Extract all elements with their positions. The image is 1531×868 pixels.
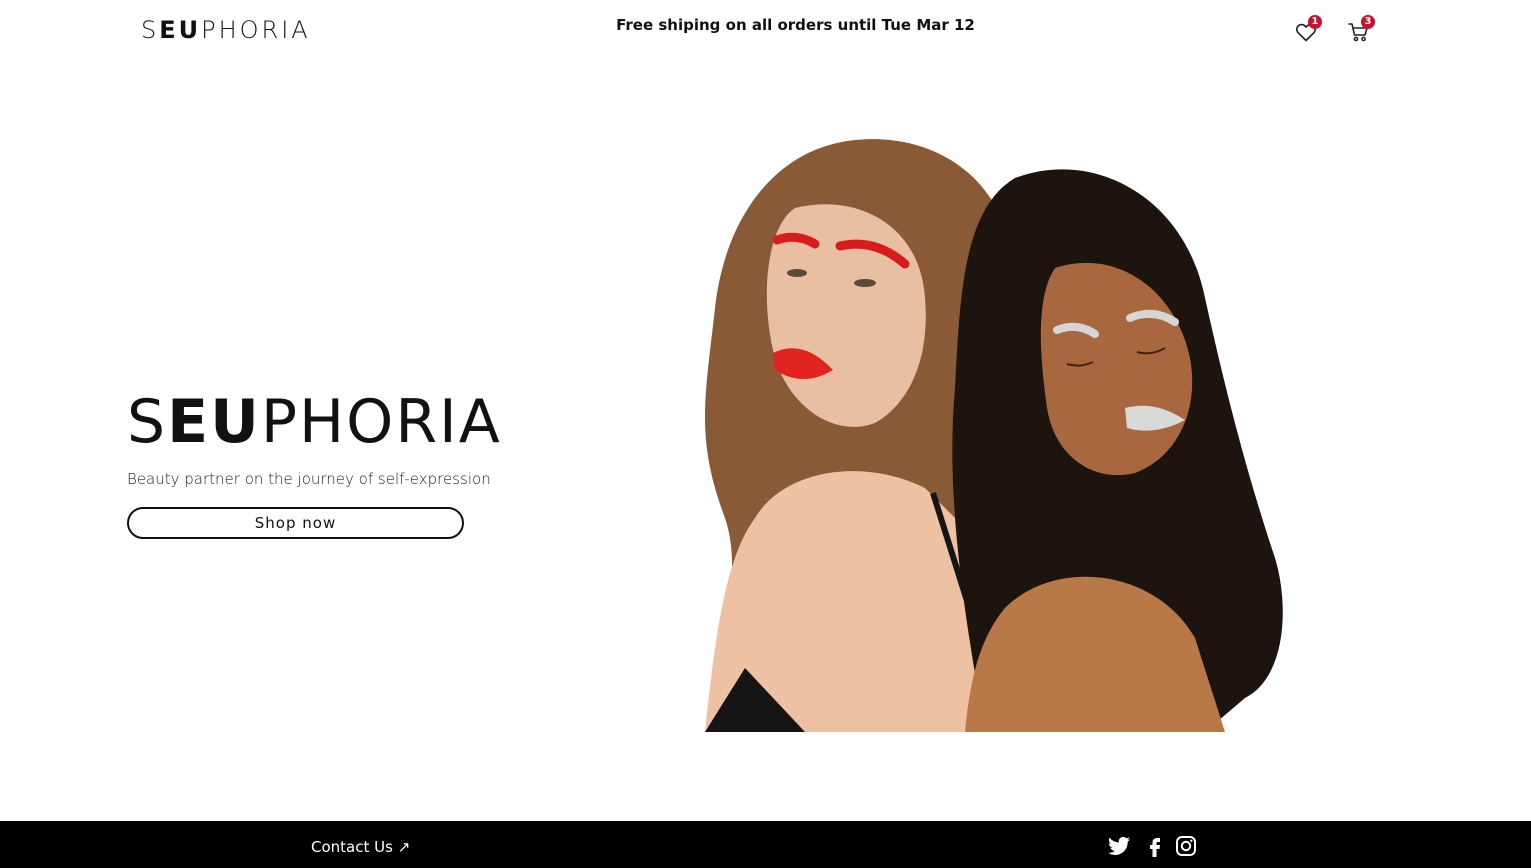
cart-button[interactable]: 3 — [1347, 14, 1375, 42]
twitter-link[interactable] — [1107, 834, 1131, 858]
facebook-icon — [1150, 838, 1160, 857]
twitter-icon — [1108, 836, 1130, 855]
site-header: SEUPHORIA Free shiping on all orders unt… — [0, 0, 1531, 60]
hero-title-prefix: S — [127, 387, 168, 457]
models-illustration — [705, 139, 1283, 733]
hero-title: SEUPHORIA — [127, 392, 502, 452]
hero-image — [685, 138, 1295, 733]
facebook-link[interactable] — [1143, 834, 1167, 858]
instagram-link[interactable] — [1174, 834, 1198, 858]
hero-title-suffix: PHORIA — [260, 387, 502, 457]
hero-subtitle: Beauty partner on the journey of self-ex… — [127, 470, 491, 488]
instagram-icon — [1176, 836, 1196, 856]
site-footer: Contact Us ↗ — [0, 821, 1531, 868]
cart-count-badge: 3 — [1361, 15, 1375, 29]
wishlist-count-badge: 1 — [1308, 15, 1322, 29]
shop-now-button[interactable]: Shop now — [127, 507, 464, 539]
contact-us-link[interactable]: Contact Us ↗ — [311, 838, 410, 856]
hero-title-bold: EU — [167, 387, 261, 457]
wishlist-button[interactable]: 1 — [1294, 14, 1322, 42]
page: SEUPHORIA Free shiping on all orders unt… — [0, 0, 1531, 868]
